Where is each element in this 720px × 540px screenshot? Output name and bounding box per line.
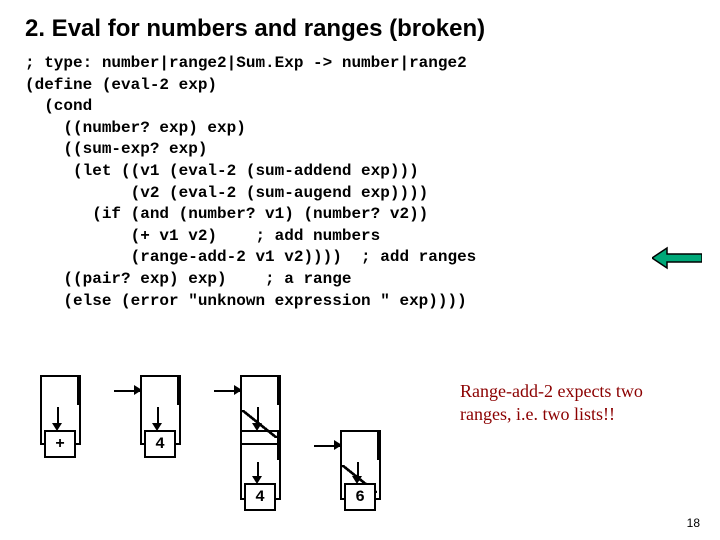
code-line: (if (and (number? v1) (number? v2))	[25, 205, 428, 223]
value-plus: +	[44, 430, 76, 458]
code-block: ; type: number|range2|Sum.Exp -> number|…	[25, 53, 695, 312]
code-line: (+ v1 v2) ; add numbers	[25, 227, 380, 245]
code-line: (range-add-2 v1 v2)))) ; add ranges	[25, 248, 476, 266]
slide-title: 2. Eval for numbers and ranges (broken)	[25, 15, 695, 43]
comment-text: Range-add-2 expects two ranges, i.e. two…	[460, 380, 660, 427]
code-line: (v2 (eval-2 (sum-augend exp))))	[25, 184, 428, 202]
code-line: ((pair? exp) exp) ; a range	[25, 270, 351, 288]
code-line: ((number? exp) exp)	[25, 119, 246, 137]
code-line: (define (eval-2 exp)	[25, 76, 217, 94]
value-4b: 4	[244, 483, 276, 511]
code-line: (cond	[25, 97, 92, 115]
code-line: (else (error "unknown expression " exp))…	[25, 292, 467, 310]
page-number: 18	[687, 516, 700, 530]
arrow-icon	[652, 243, 702, 263]
code-line: (let ((v1 (eval-2 (sum-addend exp)))	[25, 162, 419, 180]
code-line: ; type: number|range2|Sum.Exp -> number|…	[25, 54, 467, 72]
value-4a: 4	[144, 430, 176, 458]
value-6: 6	[344, 483, 376, 511]
code-line: ((sum-exp? exp)	[25, 140, 207, 158]
